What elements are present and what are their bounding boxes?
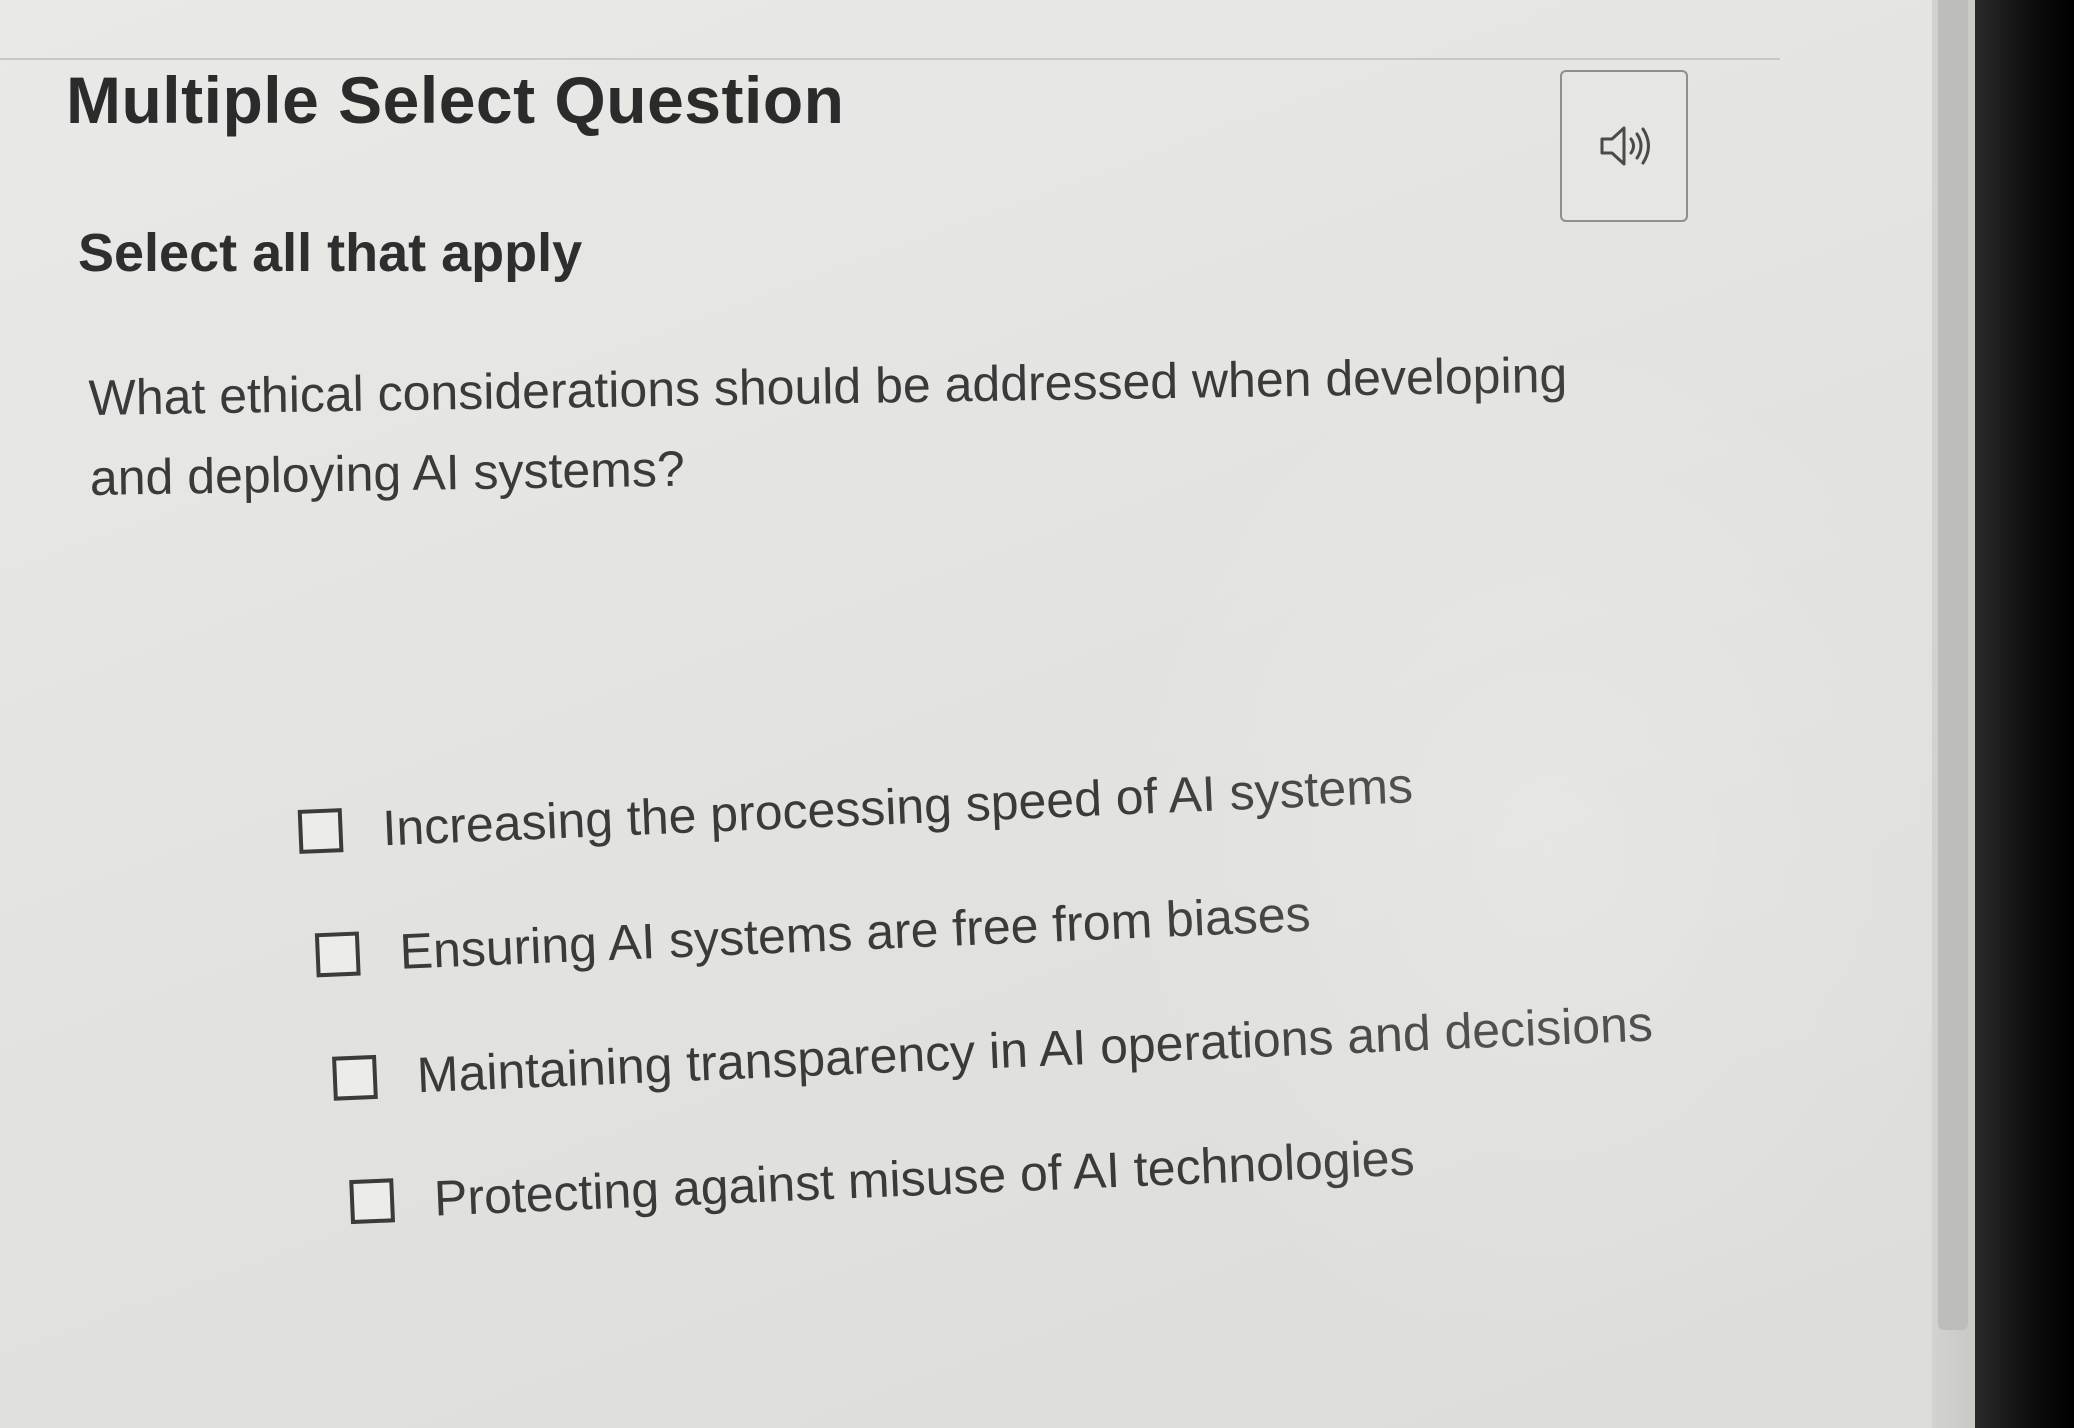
- scrollbar-thumb[interactable]: [1938, 0, 1968, 1330]
- speaker-icon: [1596, 122, 1652, 170]
- checkbox[interactable]: [349, 1178, 396, 1225]
- option-label: Ensuring AI systems are free from biases: [398, 885, 1312, 980]
- answer-options: Increasing the processing speed of AI sy…: [296, 714, 1660, 1266]
- checkbox[interactable]: [297, 808, 344, 854]
- option-label: Maintaining transparency in AI operation…: [415, 995, 1654, 1104]
- screen: Multiple Select Question Select all that…: [0, 0, 1975, 1428]
- instruction-text: Select all that apply: [78, 223, 583, 283]
- option-label: Increasing the processing speed of AI sy…: [381, 757, 1414, 857]
- option-label: Protecting against misuse of AI technolo…: [432, 1129, 1416, 1227]
- question-type-title: Multiple Select Question: [66, 63, 845, 137]
- checkbox[interactable]: [332, 1054, 378, 1101]
- checkbox[interactable]: [314, 931, 361, 978]
- question-prompt: What ethical considerations should be ad…: [88, 346, 1568, 506]
- read-aloud-button[interactable]: [1560, 70, 1688, 222]
- header-divider: [0, 0, 1780, 60]
- monitor-bezel: [1975, 0, 2074, 1428]
